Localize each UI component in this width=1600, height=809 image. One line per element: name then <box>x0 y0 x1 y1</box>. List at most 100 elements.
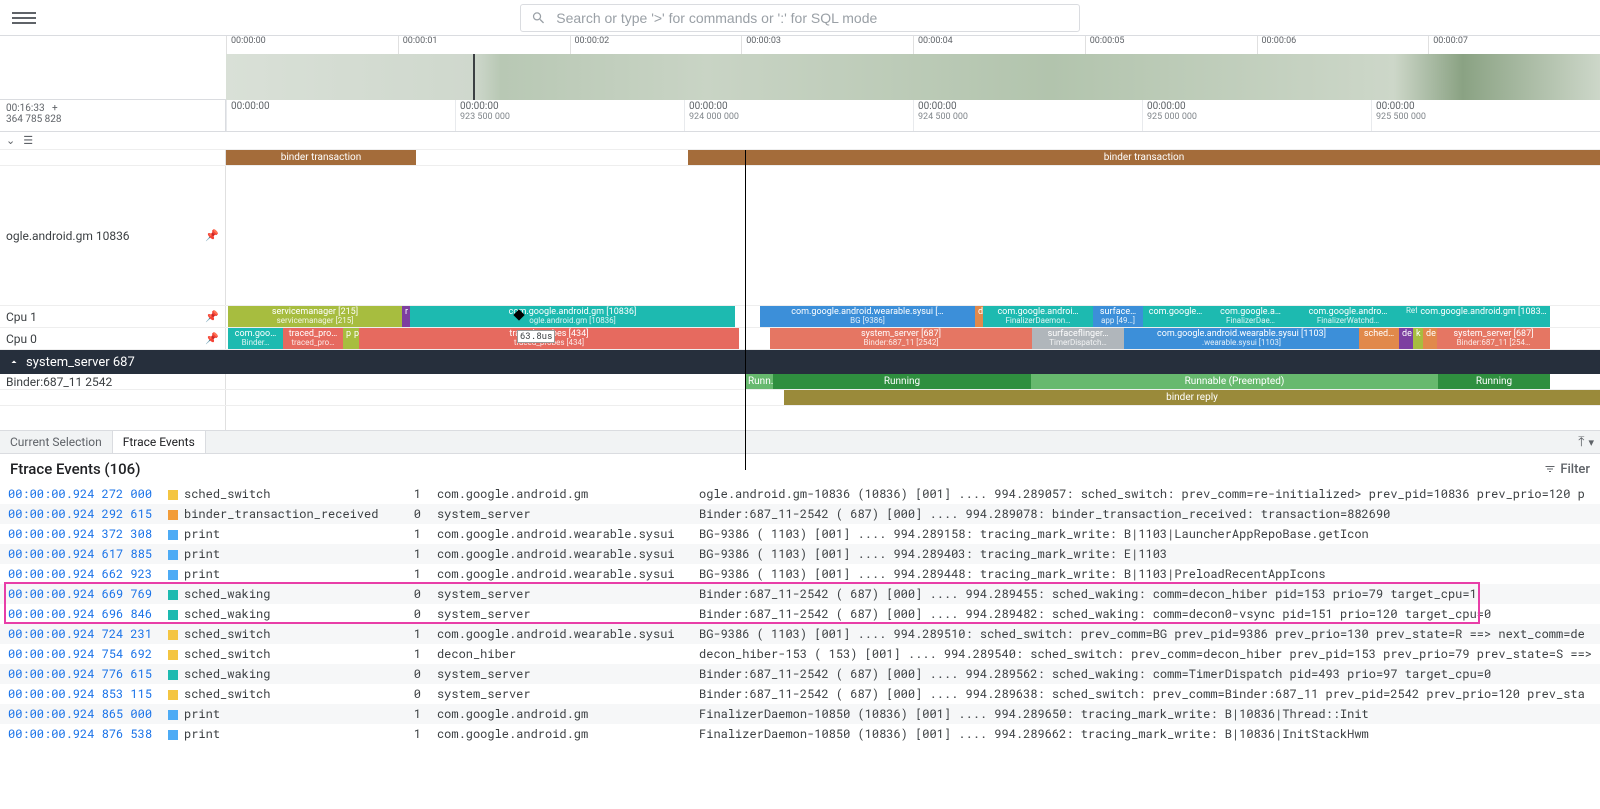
cpu-slice[interactable]: d <box>975 306 983 327</box>
track-label-cpu1[interactable]: Cpu 1📌 <box>0 306 226 327</box>
pin-icon[interactable]: 📌 <box>205 332 219 345</box>
track-label-thread[interactable]: Binder:687_11 2542 <box>0 374 226 389</box>
panel-title: Ftrace Events (106) Filter <box>0 454 1600 484</box>
color-swatch <box>168 550 178 560</box>
event-row[interactable]: 00:00:00.924 292 615 binder_transaction_… <box>0 504 1600 524</box>
event-row[interactable]: 00:00:00.924 724 231 sched_switch 1 com.… <box>0 624 1600 644</box>
event-args: Binder:687_11-2542 ( 687) [000] .... 994… <box>691 604 1600 624</box>
collapse-toggle[interactable]: ⌄ ☰ <box>0 132 1600 150</box>
cpu-slice[interactable]: com.google.andro…FinalizerWatchd… <box>1293 306 1403 327</box>
event-process: com.google.android.gm <box>429 704 691 724</box>
event-timestamp: 00:00:00.924 372 308 <box>0 524 160 544</box>
event-args: FinalizerDaemon-10850 (10836) [001] ....… <box>691 704 1600 724</box>
slice-binder-tx[interactable]: binder transaction <box>226 150 416 165</box>
event-row[interactable]: 00:00:00.924 754 692 sched_switch 1 deco… <box>0 644 1600 664</box>
thread-state-slice[interactable]: Running <box>773 374 1031 389</box>
event-process: com.google.android.gm <box>429 484 691 504</box>
event-cpu: 0 <box>404 684 429 704</box>
cpu-slice[interactable]: surfaceflinger…TimerDispatch… <box>1032 328 1124 349</box>
event-cpu: 0 <box>404 604 429 624</box>
event-row[interactable]: 00:00:00.924 272 000 sched_switch 1 com.… <box>0 484 1600 504</box>
event-args: Binder:687_11-2542 ( 687) [000] .... 994… <box>691 504 1600 524</box>
event-row[interactable]: 00:00:00.924 776 615 sched_waking 0 syst… <box>0 664 1600 684</box>
color-swatch <box>168 490 178 500</box>
ftrace-events-table[interactable]: 00:00:00.924 272 000 sched_switch 1 com.… <box>0 484 1600 744</box>
cpu-slice[interactable]: com.google.android.wearable.sysui [1103]… <box>1124 328 1359 349</box>
event-cpu: 1 <box>404 644 429 664</box>
track-label-process[interactable]: ogle.android.gm 10836 📌 <box>0 166 226 305</box>
cpu-slice[interactable]: servicemanager [215]servicemanager [215] <box>228 306 402 327</box>
event-timestamp: 00:00:00.924 272 000 <box>0 484 160 504</box>
event-row[interactable]: 00:00:00.924 865 000 print 1 com.google.… <box>0 704 1600 724</box>
event-args: BG-9386 ( 1103) [001] .... 994.289158: t… <box>691 524 1600 544</box>
cpu-slice[interactable]: traced_pro…traced_pro… <box>283 328 343 349</box>
event-args: ogle.android.gm-10836 (10836) [001] ....… <box>691 484 1600 504</box>
cpu-slice[interactable]: com.google.android.wearable.sysui […BG [… <box>760 306 975 327</box>
tab-ftrace-events[interactable]: Ftrace Events <box>113 431 206 453</box>
pin-icon[interactable]: 📌 <box>205 310 219 323</box>
time-ruler[interactable]: 00:16:33 + 364 785 828 00:00:0000:00:009… <box>0 100 1600 132</box>
cpu-slice[interactable]: com.google.android.gm [10836]ogle.androi… <box>410 306 735 327</box>
thread-state-slice[interactable]: Runn… <box>745 374 773 389</box>
event-cpu: 0 <box>404 664 429 684</box>
thread-state-slice[interactable]: Running <box>1438 374 1550 389</box>
tab-current-selection[interactable]: Current Selection <box>0 431 113 453</box>
cpu-slice[interactable]: system_server [687]Binder:687_11 [2542] <box>770 328 1032 349</box>
search-box[interactable] <box>520 4 1080 32</box>
event-name: sched_waking <box>160 664 404 684</box>
event-args: BG-9386 ( 1103) [001] .... 994.289510: s… <box>691 624 1600 644</box>
track-label-empty <box>0 390 226 405</box>
cpu-slice[interactable]: ReferenceQueueD [10849] <box>1403 306 1417 327</box>
slice-binder-reply[interactable]: binder reply <box>784 390 1600 405</box>
event-process: com.google.android.wearable.sysui <box>429 624 691 644</box>
event-name: sched_switch <box>160 644 404 664</box>
pin-icon[interactable]: 📌 <box>205 229 219 242</box>
overview-timeline[interactable]: 00:00:0000:00:0100:00:0200:00:0300:00:04… <box>0 36 1600 100</box>
event-args: decon_hiber-153 ( 153) [001] .... 994.28… <box>691 644 1600 664</box>
slice-binder-tx[interactable]: binder transaction <box>688 150 1600 165</box>
cpu-slice[interactable]: de <box>1423 328 1437 349</box>
cpu-slice[interactable]: surface…app [49…] <box>1093 306 1143 327</box>
event-name: print <box>160 544 404 564</box>
event-row[interactable]: 00:00:00.924 876 538 print 1 com.google.… <box>0 724 1600 744</box>
search-input[interactable] <box>556 10 1069 26</box>
cpu-slice[interactable]: r <box>402 306 410 327</box>
cpu-slice[interactable]: com.google.android.gm [1083… <box>1417 306 1550 327</box>
chevron-down-icon[interactable]: ▾ <box>1588 436 1594 449</box>
group-header-system-server[interactable]: system_server 687 <box>0 350 1600 374</box>
track-area[interactable]: binder transaction binder transaction og… <box>0 150 1600 430</box>
cpu-slice[interactable]: k <box>1413 328 1423 349</box>
cpu-slice[interactable]: p <box>343 328 351 349</box>
event-row[interactable]: 00:00:00.924 696 846 sched_waking 0 syst… <box>0 604 1600 624</box>
event-process: system_server <box>429 504 691 524</box>
cpu-slice[interactable]: p <box>351 328 359 349</box>
event-timestamp: 00:00:00.924 876 538 <box>0 724 160 744</box>
filter-button[interactable]: Filter <box>1544 462 1590 477</box>
cpu-slice[interactable]: com.google.androi…FinalizerDaemon… <box>983 306 1093 327</box>
event-timestamp: 00:00:00.924 617 885 <box>0 544 160 564</box>
color-swatch <box>168 530 178 540</box>
cpu-slice[interactable]: sched… <box>1359 328 1399 349</box>
menu-button[interactable] <box>12 6 36 30</box>
cpu-slice[interactable]: de <box>1399 328 1413 349</box>
cpu-slice[interactable]: com.google… <box>1143 306 1208 327</box>
event-row[interactable]: 00:00:00.924 617 885 print 1 com.google.… <box>0 544 1600 564</box>
cpu-slice[interactable]: system_server [687]Binder:687_11 [254… <box>1437 328 1550 349</box>
event-row[interactable]: 00:00:00.924 372 308 print 1 com.google.… <box>0 524 1600 544</box>
event-row[interactable]: 00:00:00.924 669 769 sched_waking 0 syst… <box>0 584 1600 604</box>
color-swatch <box>168 590 178 600</box>
cpu-slice[interactable]: com.google.a…FinalizerDae… <box>1208 306 1293 327</box>
event-row[interactable]: 00:00:00.924 853 115 sched_switch 0 syst… <box>0 684 1600 704</box>
event-name: print <box>160 724 404 744</box>
scroll-top-icon[interactable]: ⤒ <box>1578 434 1584 450</box>
thread-state-slice[interactable]: Runnable (Preempted) <box>1031 374 1438 389</box>
event-cpu: 1 <box>404 524 429 544</box>
event-name: sched_waking <box>160 584 404 604</box>
event-timestamp: 00:00:00.924 754 692 <box>0 644 160 664</box>
event-cpu: 0 <box>404 584 429 604</box>
track-label-cpu0[interactable]: Cpu 0📌 <box>0 328 226 349</box>
cpu-slice[interactable]: com.goo…Binder… <box>228 328 283 349</box>
event-timestamp: 00:00:00.924 662 923 <box>0 564 160 584</box>
time-cursor[interactable] <box>745 150 746 470</box>
event-row[interactable]: 00:00:00.924 662 923 print 1 com.google.… <box>0 564 1600 584</box>
